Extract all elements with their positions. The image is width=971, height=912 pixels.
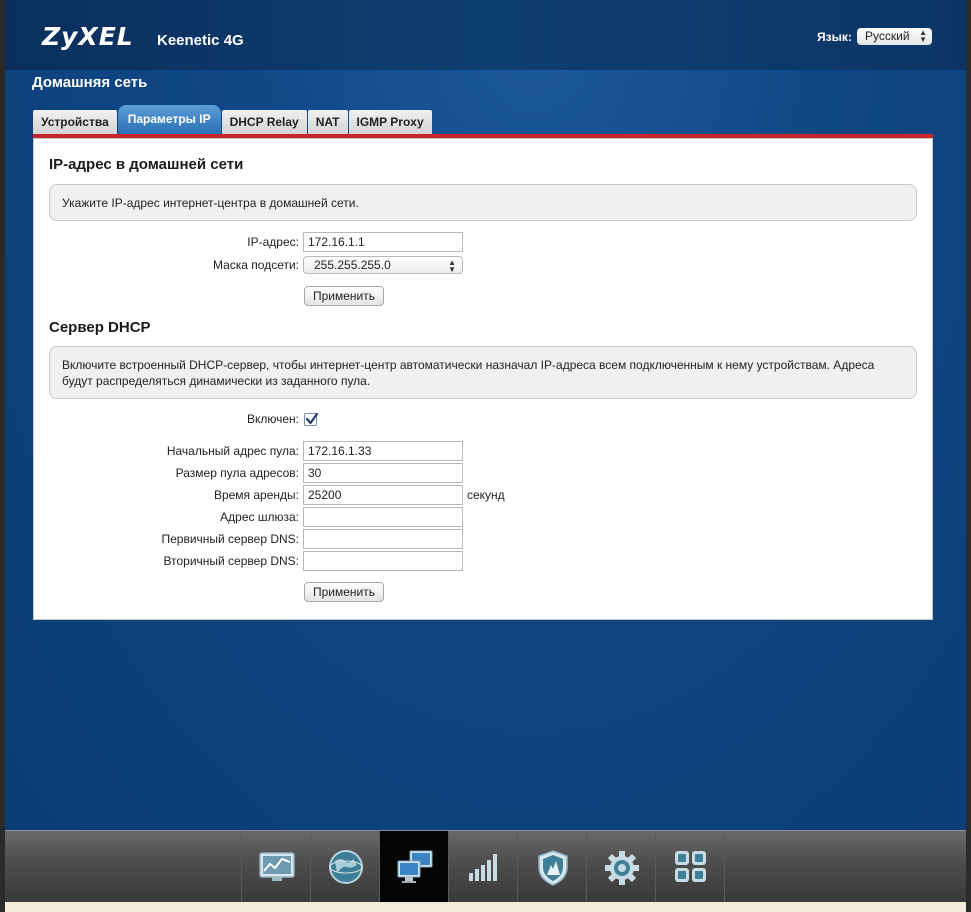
ip-address-input[interactable]: 172.16.1.1 bbox=[303, 232, 463, 252]
dhcp-enabled-checkbox[interactable] bbox=[304, 412, 319, 426]
ip-section-title: IP-адрес в домашней сети bbox=[49, 156, 244, 173]
dock-item-internet[interactable] bbox=[310, 831, 379, 902]
monitor-chart-icon bbox=[259, 852, 295, 881]
dns-secondary-label: Вторичный сервер DNS: bbox=[163, 554, 300, 568]
dhcp-section-title: Сервер DHCP bbox=[49, 319, 151, 336]
dns-secondary-input[interactable] bbox=[303, 551, 463, 571]
pool-size-input[interactable]: 30 bbox=[303, 463, 463, 483]
dhcp-info-text: Включите встроенный DHCP-сервер, чтобы и… bbox=[62, 358, 875, 388]
select-arrows-icon: ▲ ▼ bbox=[919, 28, 927, 44]
dock-item-home-network[interactable] bbox=[379, 831, 448, 902]
header: ZyXEL Keenetic 4G Язык: Русский ▲ ▼ bbox=[5, 0, 966, 70]
ip-address-label: IP-адрес: bbox=[247, 235, 299, 249]
subnet-mask-label: Маска подсети: bbox=[212, 258, 299, 272]
dns-primary-input[interactable] bbox=[303, 529, 463, 549]
bottom-dock bbox=[5, 830, 966, 902]
window-bottom-edge bbox=[5, 902, 966, 912]
dns-primary-label: Первичный сервер DNS: bbox=[161, 532, 299, 546]
content-panel: IP-адрес в домашней сети Укажите IP-адре… bbox=[33, 138, 933, 620]
tab-bar: Устройства Параметры IP DHCP Relay NAT I… bbox=[33, 105, 433, 134]
pool-size-label: Размер пула адресов: bbox=[175, 466, 299, 480]
tab-dhcp-relay[interactable]: DHCP Relay bbox=[221, 110, 307, 134]
shield-icon bbox=[538, 850, 568, 886]
gateway-input[interactable] bbox=[303, 507, 463, 527]
dhcp-info-box: Включите встроенный DHCP-сервер, чтобы и… bbox=[49, 346, 917, 399]
dhcp-enabled-label: Включен: bbox=[246, 412, 299, 426]
model-name: Keenetic 4G bbox=[157, 32, 244, 49]
lease-time-input[interactable]: 25200 bbox=[303, 485, 463, 505]
home-network-icon bbox=[397, 850, 433, 883]
dock-divider bbox=[724, 831, 725, 902]
tab-devices[interactable]: Устройства bbox=[33, 110, 117, 134]
dock-item-apps[interactable] bbox=[655, 831, 724, 902]
select-arrows-icon: ▲ ▼ bbox=[448, 258, 456, 274]
apply-dhcp-button[interactable]: Применить bbox=[304, 582, 384, 602]
brand-logo: ZyXEL bbox=[42, 22, 134, 51]
tab-nat[interactable]: NAT bbox=[307, 110, 348, 134]
ip-info-text: Укажите IP-адрес интернет-центра в домаш… bbox=[62, 196, 359, 210]
globe-icon bbox=[329, 850, 363, 884]
pool-start-input[interactable]: 172.16.1.33 bbox=[303, 441, 463, 461]
ip-info-box: Укажите IP-адрес интернет-центра в домаш… bbox=[49, 184, 917, 221]
page-background: ZyXEL Keenetic 4G Язык: Русский ▲ ▼ Домаш… bbox=[5, 0, 966, 830]
page-title: Домашняя сеть bbox=[32, 74, 148, 91]
lease-time-label: Время аренды: bbox=[213, 488, 299, 502]
gear-icon bbox=[605, 851, 639, 885]
dock-item-status[interactable] bbox=[241, 831, 310, 902]
signal-bars-icon bbox=[469, 854, 497, 881]
subnet-mask-select[interactable]: 255.255.255.0 ▲ ▼ bbox=[303, 256, 463, 274]
subnet-mask-value: 255.255.255.0 bbox=[314, 258, 391, 272]
checkmark-icon bbox=[305, 412, 319, 425]
apps-grid-icon bbox=[675, 851, 706, 882]
language-value: Русский bbox=[865, 29, 910, 43]
tab-igmp-proxy[interactable]: IGMP Proxy bbox=[348, 110, 432, 134]
apply-ip-button[interactable]: Применить bbox=[304, 286, 384, 306]
dock-item-system[interactable] bbox=[586, 831, 655, 902]
pool-start-label: Начальный адрес пула: bbox=[166, 444, 299, 458]
dock-item-wifi[interactable] bbox=[448, 831, 517, 902]
language-select[interactable]: Русский ▲ ▼ bbox=[857, 28, 932, 45]
gateway-label: Адрес шлюза: bbox=[220, 510, 299, 524]
browser-frame: ZyXEL Keenetic 4G Язык: Русский ▲ ▼ Домаш… bbox=[5, 0, 966, 912]
lease-time-unit: секунд bbox=[467, 488, 505, 502]
tab-ip-settings[interactable]: Параметры IP bbox=[117, 105, 221, 134]
dock-item-security[interactable] bbox=[517, 831, 586, 902]
language-label: Язык: bbox=[817, 30, 852, 44]
